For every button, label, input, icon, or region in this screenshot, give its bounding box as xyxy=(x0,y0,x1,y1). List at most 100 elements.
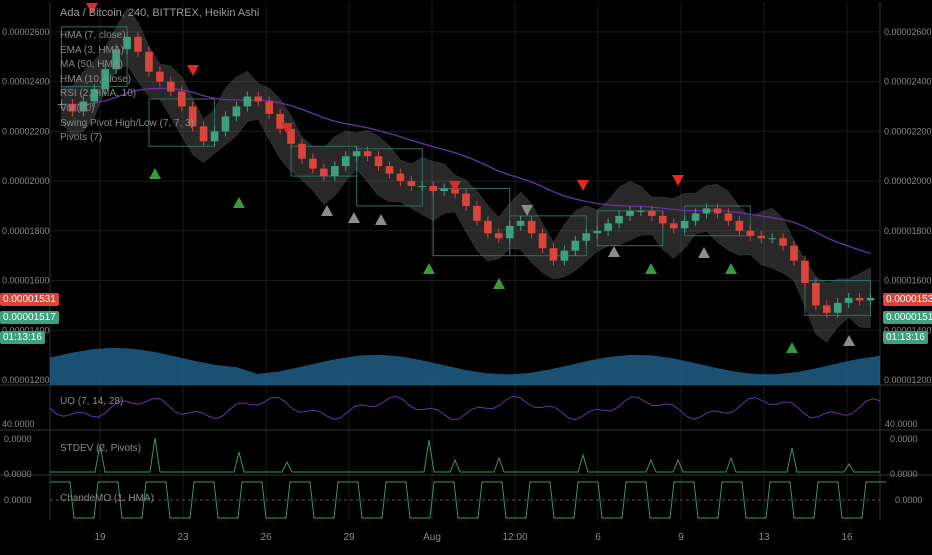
candle-body xyxy=(330,166,339,177)
study-label[interactable]: Swing Pivot High/Low (7, 7, 3) xyxy=(60,117,194,132)
candle-body xyxy=(298,143,306,159)
symbol-title: Ada / Bitcoin, 240, BITTREX, Heikin Ashi xyxy=(60,7,260,19)
time-tick: 12:00 xyxy=(502,532,527,543)
countdown-tag-left: 01:13:16 xyxy=(0,331,45,344)
candle-body xyxy=(276,113,284,129)
candle-body xyxy=(855,297,864,301)
prev-price-tag-left: 0.00001517 xyxy=(0,311,59,324)
candle-body xyxy=(243,96,252,107)
uo-label: UO (7, 14, 28) xyxy=(60,396,124,407)
candle-body xyxy=(669,223,678,229)
candle-body xyxy=(309,158,317,169)
price-tick-left: 0.00002400 xyxy=(2,77,50,87)
candle-body xyxy=(866,297,875,301)
candle-body xyxy=(505,225,514,239)
time-tick: 23 xyxy=(177,532,189,543)
candle-body xyxy=(320,168,328,177)
candle-body xyxy=(648,210,656,216)
candle-body xyxy=(462,193,470,206)
candle-body xyxy=(735,220,744,231)
time-tick: 16 xyxy=(841,532,853,543)
price-tick-left: 0.00002600 xyxy=(2,27,50,37)
stdev-top-value: 0.0000 xyxy=(4,434,32,444)
candle-body xyxy=(363,151,372,157)
candle-body xyxy=(658,215,667,224)
candle-body xyxy=(232,106,241,117)
candle-body xyxy=(560,250,569,261)
candle-body xyxy=(604,223,612,231)
time-tick: 6 xyxy=(595,532,601,543)
candle-body xyxy=(341,156,350,167)
candle-body xyxy=(790,245,798,261)
time-tick: 26 xyxy=(260,532,272,543)
candle-body xyxy=(199,126,208,142)
candle-body xyxy=(527,220,536,234)
candle-body xyxy=(812,283,820,306)
price-tick-right: 0.00002200 xyxy=(884,126,932,136)
study-label[interactable]: EMA (3, HMA) xyxy=(60,44,194,59)
candle-body xyxy=(429,186,438,192)
stdev-top-value-right: 0.0000 xyxy=(890,434,918,444)
candle-body xyxy=(385,166,394,174)
candle-body xyxy=(626,210,634,216)
uo-value-right: 40.0000 xyxy=(885,419,918,429)
price-tick-right: 0.00002000 xyxy=(884,176,932,186)
stdev-label: STDEV (2, Pivots) xyxy=(60,443,142,454)
candle-body xyxy=(768,238,776,240)
stdev-bottom-value-right: 0.0000 xyxy=(890,469,918,479)
study-label[interactable]: MA (50, HMA) xyxy=(60,58,194,73)
candle-body xyxy=(374,156,383,167)
candle-body xyxy=(254,96,263,102)
candle-body xyxy=(702,208,711,214)
candle-body xyxy=(396,173,405,182)
candle-body xyxy=(210,131,219,142)
study-label[interactable]: Vol (20) xyxy=(60,102,194,117)
time-tick: 29 xyxy=(343,532,355,543)
study-label[interactable]: RSI (2, HMA, 10) xyxy=(60,87,194,102)
candle-body xyxy=(352,151,361,157)
last-price-tag-left: 0.00001531 xyxy=(0,293,59,306)
candle-body xyxy=(221,116,230,132)
candle-body xyxy=(516,220,525,226)
price-tick-left: 0.00001800 xyxy=(2,226,50,236)
study-legend: HMA (7, close) EMA (3, HMA) MA (50, HMA)… xyxy=(60,29,194,146)
last-price-tag-right: 0.00001531 xyxy=(883,293,932,306)
candle-body xyxy=(440,188,448,192)
time-tick: 13 xyxy=(758,532,770,543)
study-label[interactable]: HMA (10, close) xyxy=(60,73,194,88)
uo-value-left: 40.0000 xyxy=(2,419,35,429)
time-tick: 19 xyxy=(94,532,106,543)
candle-body xyxy=(724,213,733,221)
candle-body xyxy=(484,220,492,234)
price-tick-right: 0.00001800 xyxy=(884,226,932,236)
candle-body xyxy=(407,181,416,187)
candle-body xyxy=(494,233,503,239)
chart-area[interactable]: 0.00002600 0.00002600 0.00002400 0.00002400… xyxy=(0,0,932,550)
candle-body xyxy=(822,305,831,313)
price-tick-right: 0.00002400 xyxy=(884,77,932,87)
candle-body xyxy=(844,297,853,303)
price-tick-left: 0.00001600 xyxy=(2,276,50,286)
cmo-value-right: 0.0000 xyxy=(895,495,923,505)
price-tick-right: 0.00001600 xyxy=(884,276,932,286)
candle-body xyxy=(757,235,766,239)
candle-body xyxy=(593,230,602,234)
study-label[interactable]: Pivots (7) xyxy=(60,131,194,146)
price-tick-left: 0.00002200 xyxy=(2,126,50,136)
prev-price-tag-right: 0.00001517 xyxy=(883,311,932,324)
stdev-bottom-value: 0.0000 xyxy=(4,469,32,479)
price-tick-left: 0.00001200 xyxy=(2,375,50,385)
candle-body xyxy=(833,302,842,313)
study-label[interactable]: HMA (7, close) xyxy=(60,29,194,44)
time-tick: 9 xyxy=(678,532,684,543)
candle-body xyxy=(713,208,722,214)
time-tick: Aug xyxy=(423,532,441,543)
cmo-value: 0.0000 xyxy=(4,495,32,505)
candle-body xyxy=(582,233,591,241)
candle-body xyxy=(680,220,689,229)
price-tick-left: 0.00002000 xyxy=(2,176,50,186)
candle-body xyxy=(746,230,755,236)
candle-body xyxy=(779,238,787,246)
candle-body xyxy=(538,233,547,249)
candle-body xyxy=(549,248,558,261)
